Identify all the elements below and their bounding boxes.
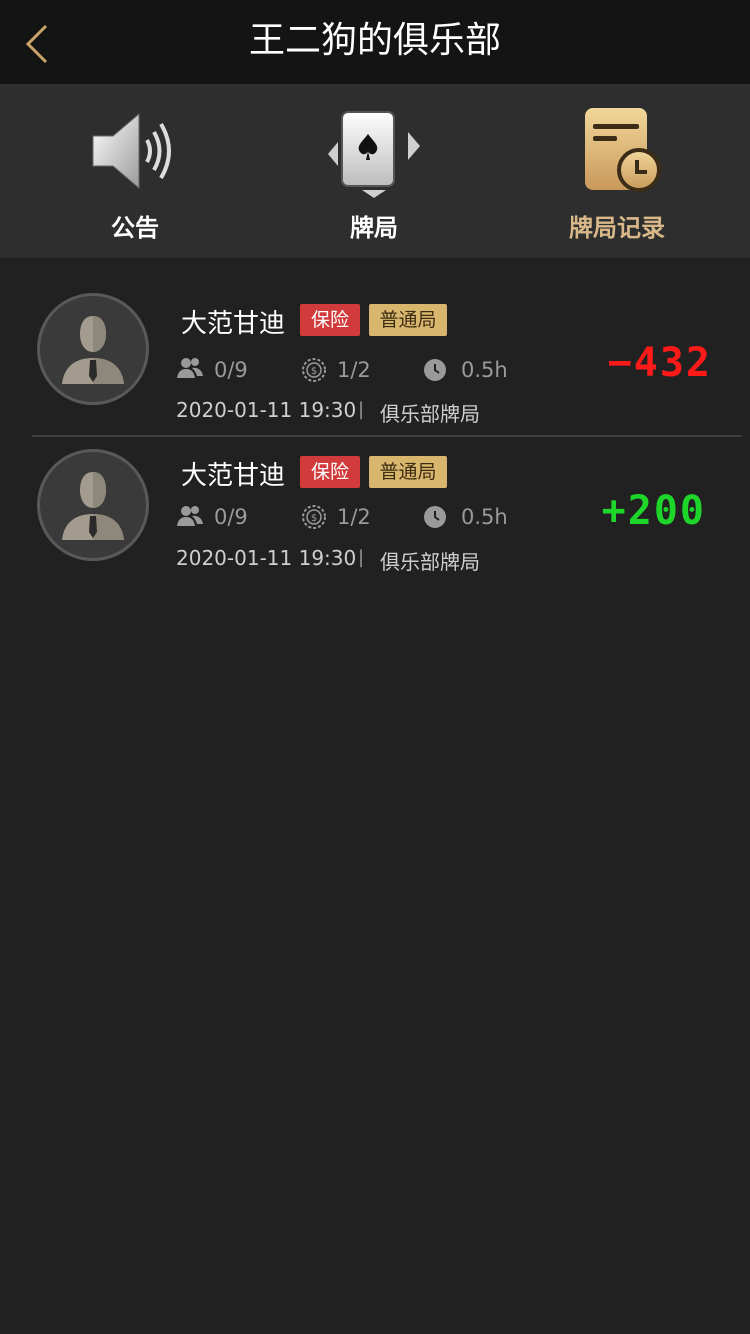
tab-games-label: 牌局 (350, 214, 398, 242)
record-clock-icon (585, 108, 661, 192)
game-record-item[interactable]: 大范甘迪 保险 普通局 0/9 $ 1/2 0.5h 2020-01-11 19… (0, 290, 750, 440)
tab-game-records-label: 牌局记录 (569, 214, 665, 242)
header-bar: 王二狗的俱乐部 (0, 0, 750, 84)
players-icon (177, 506, 203, 526)
meta-separator: | (358, 399, 365, 420)
record-datetime: 2020-01-11 19:30 (176, 546, 357, 570)
divider (32, 435, 742, 437)
tab-game-records[interactable]: 牌局记录 (492, 84, 742, 258)
chip-icon: $ (302, 358, 326, 382)
clock-icon (424, 506, 446, 528)
playing-card-icon (328, 111, 420, 198)
player-name: 大范甘迪 (181, 309, 286, 339)
tab-announcement[interactable]: 公告 (10, 84, 260, 258)
score-value: +200 (601, 488, 706, 534)
chip-icon: $ (302, 505, 326, 529)
score-value: −432 (607, 340, 712, 386)
duration-value: 0.5h (461, 358, 508, 382)
blinds-value: 1/2 (337, 358, 371, 382)
tab-games[interactable]: 牌局 (249, 84, 499, 258)
club-tabbar: 公告 牌局 牌局记录 (0, 84, 750, 258)
user-silhouette-icon (62, 316, 124, 384)
players-icon (177, 358, 203, 378)
game-type-badge: 普通局 (369, 304, 447, 336)
player-count: 0/9 (214, 358, 248, 382)
game-record-item[interactable]: 大范甘迪 保险 普通局 0/9 $ 1/2 0.5h 2020-01-11 19… (0, 446, 750, 596)
blinds-value: 1/2 (337, 505, 371, 529)
game-type-badge: 普通局 (369, 456, 447, 488)
player-count: 0/9 (214, 505, 248, 529)
player-name: 大范甘迪 (181, 461, 286, 491)
page-title: 王二狗的俱乐部 (248, 20, 501, 61)
insurance-badge: 保险 (300, 304, 360, 336)
user-silhouette-icon (62, 472, 124, 540)
club-game-label: 俱乐部牌局 (380, 550, 480, 574)
club-game-label: 俱乐部牌局 (380, 402, 480, 426)
clock-icon (424, 359, 446, 381)
avatar (37, 293, 149, 405)
duration-value: 0.5h (461, 505, 508, 529)
speaker-icon (92, 112, 171, 190)
meta-separator: | (358, 547, 365, 568)
svg-text:$: $ (311, 366, 317, 377)
svg-text:$: $ (311, 513, 317, 524)
tab-announcement-label: 公告 (111, 214, 159, 242)
avatar (37, 449, 149, 561)
insurance-badge: 保险 (300, 456, 360, 488)
record-datetime: 2020-01-11 19:30 (176, 398, 357, 422)
